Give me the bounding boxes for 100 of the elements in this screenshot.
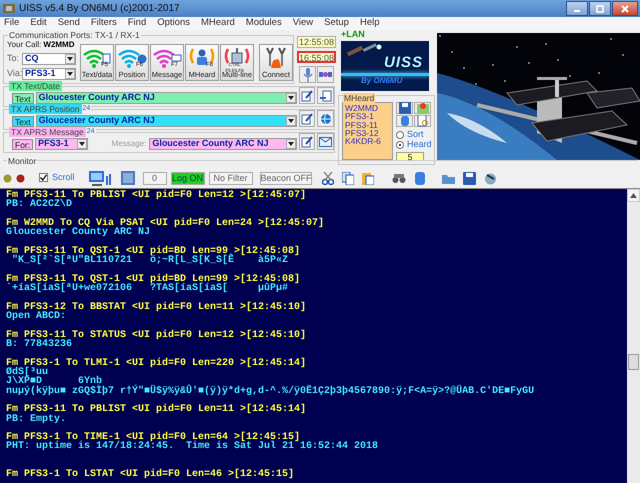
status-light-icon [16, 174, 25, 182]
menu-item[interactable]: Find [126, 18, 148, 29]
satellite-button[interactable] [317, 66, 334, 83]
logo-byline: By ON6MU [361, 77, 402, 86]
scissors-icon [322, 172, 334, 184]
console-line: Gloucester County ARC NJ [6, 228, 152, 238]
clock-display: 12:55:08 [297, 36, 336, 48]
field-label: Your Call: [7, 41, 42, 50]
computer-button[interactable] [86, 170, 113, 186]
app-icon [3, 3, 15, 14]
view-button[interactable] [414, 115, 431, 127]
radio-option[interactable]: Heard [396, 140, 432, 149]
menu-item[interactable]: Edit [29, 18, 48, 29]
call-sign: W2MMD [43, 41, 74, 50]
clipboard-icon [362, 172, 374, 184]
save-button[interactable] [460, 170, 478, 186]
group-label: MHeard [343, 93, 376, 103]
cut-button[interactable] [320, 170, 336, 186]
up-arrow-icon [630, 193, 637, 198]
edit-button[interactable] [298, 110, 316, 127]
scrollbar-thumb[interactable] [628, 354, 639, 370]
maximize-icon [596, 4, 604, 12]
via-combo[interactable]: PFS3-1 [22, 68, 76, 80]
console-line: nuµý(kÿþu■ zGQ$Ìþ7 r†Ý"■Ü$ÿ%ÿ&Û'■(ÿ)ÿ*d+g,d-^.%/ÿ0Ë1Ç2þ3þ4567890:ÿ;F<A=ÿ>?@ÜAB.C'DE■FyGU [6, 386, 536, 396]
envelope-button[interactable] [317, 133, 334, 150]
clock-display: 16:55:08 [297, 51, 336, 63]
group-label: Monitor [7, 156, 38, 166]
for-label: For: [12, 139, 34, 150]
field-label: Via: [7, 68, 20, 79]
group-label: TX APRS Position [9, 104, 82, 114]
menu-item[interactable]: File [3, 18, 20, 29]
to-combo[interactable]: CQ [22, 52, 76, 65]
console-line: "K_S[²`S[ªU"BL110721 ö;~R[L_S[K_S[Ê à5P«Z [11, 256, 288, 266]
edit-button[interactable] [298, 133, 316, 150]
window-title: UISS v5.4 By ON6MU (c)2001-2017 [19, 3, 180, 14]
menu-item[interactable]: Modules [244, 18, 283, 29]
database-icon [398, 115, 410, 127]
copy-button[interactable] [340, 170, 356, 186]
list-item[interactable]: K4KDR-6 [345, 137, 390, 146]
window-button[interactable] [118, 170, 137, 186]
caret-icon [288, 142, 294, 146]
lan-label: +LAN [340, 30, 366, 39]
console-line: Fm PFS3-12 To BBSTAT <UI pid=F0 Len=11 >[12:45:10] [6, 302, 308, 312]
minimize-button[interactable] [566, 1, 588, 16]
message-combo[interactable]: Gloucester County ARC NJ [149, 138, 297, 150]
square-icon [120, 171, 135, 185]
caret-icon [78, 142, 85, 146]
text-button[interactable]: Text [12, 93, 34, 104]
caret-icon [288, 119, 294, 123]
console-line: ØdS[³uu [6, 368, 50, 378]
radio-option[interactable]: Sort [396, 130, 432, 139]
microphone-button[interactable] [299, 66, 316, 83]
console-line: Fm PFS3-11 To STATUS <UI pid=F0 Len=12 >[12:45:10] [6, 330, 308, 340]
map-pin-icon [416, 102, 428, 114]
text-button[interactable]: Text [12, 116, 34, 127]
console-line: B: 77843236 [6, 340, 74, 350]
person-signal-icon [187, 46, 217, 68]
list-item[interactable]: PFS3-12 [345, 128, 390, 138]
maximize-button[interactable] [589, 1, 611, 16]
list-item[interactable]: W2MMD [345, 104, 390, 112]
list-item[interactable]: PFS3-11 [345, 120, 390, 129]
database-button[interactable] [396, 115, 413, 127]
text-combo[interactable]: Gloucester County ARC NJ [36, 92, 297, 104]
console-line: PB: AC2CZ\D [6, 200, 74, 210]
checkmark-icon [40, 174, 47, 182]
menu-item[interactable]: Filters [90, 18, 118, 29]
envelope-icon [319, 136, 332, 146]
scroll-checkbox[interactable]: Scroll [39, 173, 75, 183]
menu-item[interactable]: Help [358, 18, 380, 29]
status-light-icon [3, 174, 12, 182]
console-line: Fm PFS3-11 To PBLIST <UI pid=F0 Len=11 >[12:45:14] [6, 405, 308, 414]
console-line: Open ABCD: [6, 312, 68, 322]
edit-icon [301, 112, 314, 124]
logo-title: UISS [384, 55, 423, 72]
magnifier-document-icon [416, 115, 428, 127]
close-icon [621, 4, 629, 12]
recipient-combo[interactable]: PFS3-1 [35, 138, 88, 150]
save-button[interactable] [396, 102, 413, 114]
globe-button[interactable] [317, 110, 334, 127]
menu-item[interactable]: Setup [323, 18, 350, 29]
send-button[interactable] [317, 87, 334, 104]
list-item[interactable]: PFS3-1 [345, 112, 390, 121]
scroll-up-button[interactable] [627, 189, 640, 202]
globe-icon [320, 112, 332, 124]
field-label: To: [7, 54, 20, 64]
computer-icon [88, 170, 111, 186]
edit-button[interactable] [298, 87, 316, 104]
menu-item[interactable]: Send [56, 18, 81, 29]
send-document-icon [320, 90, 332, 102]
beacon-status: Beacon OFF [260, 172, 312, 184]
console-line: PB: Empty. [6, 414, 68, 424]
binoculars-icon [392, 172, 406, 184]
map-button[interactable] [414, 102, 431, 114]
close-button[interactable] [612, 1, 638, 16]
menu-item[interactable]: Options [156, 18, 191, 29]
menu-item[interactable]: View [292, 18, 314, 29]
menu-item[interactable]: MHeard [200, 18, 236, 29]
position-combo[interactable]: Gloucester County ARC NJ [36, 115, 297, 127]
console-line: PHT: uptime is 147/18:24:45. Time is Sat Jul 21 16:52:44 2018 [6, 442, 380, 452]
copy-icon [342, 172, 354, 184]
